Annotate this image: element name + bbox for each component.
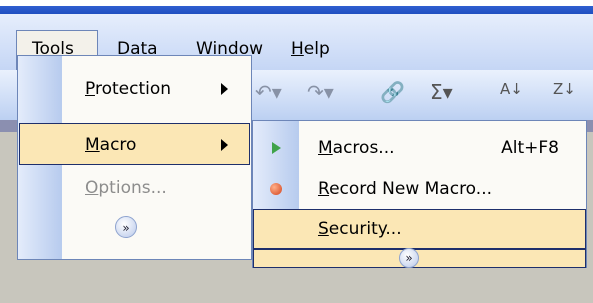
options-label: ptions...	[98, 178, 167, 198]
undo-icon[interactable]: ↶▾	[255, 80, 282, 104]
hyperlink-icon[interactable]: 🔗	[380, 80, 405, 104]
record-label: ecord New Macro...	[329, 179, 492, 199]
protection-accel: P	[85, 79, 95, 99]
expand-menu-chevron-icon[interactable]: »	[115, 216, 137, 238]
macro-submenu-expand-row[interactable]: »	[253, 248, 586, 268]
menu-item-record-new-macro[interactable]: Record New Macro...	[254, 168, 585, 210]
run-macro-icon	[272, 142, 281, 154]
macro-submenu: Macros... Alt+F8 Record New Macro... Sec…	[252, 120, 587, 268]
macros-accel: M	[318, 138, 333, 158]
menu-help[interactable]: Help	[291, 34, 330, 64]
submenu-arrow-icon	[221, 83, 228, 95]
sort-descending-icon[interactable]: Z↓	[553, 80, 576, 98]
menu-help-accel: H	[291, 39, 304, 59]
options-accel: O	[85, 178, 99, 198]
title-bar-strip	[0, 0, 593, 14]
macro-label: acro	[99, 135, 137, 155]
tools-menu: Protection Macro Options... »	[17, 55, 252, 260]
menu-item-security[interactable]: Security...	[253, 209, 586, 249]
autosum-glyph: Σ	[430, 80, 443, 104]
macros-shortcut: Alt+F8	[501, 138, 559, 158]
menu-item-macros[interactable]: Macros... Alt+F8	[254, 127, 585, 169]
redo-icon[interactable]: ↷▾	[307, 80, 334, 104]
expand-submenu-chevron-icon[interactable]: »	[399, 248, 419, 268]
menu-item-macro[interactable]: Macro	[19, 123, 250, 165]
record-macro-icon	[270, 183, 282, 195]
security-label: ecurity...	[328, 219, 402, 239]
security-accel: S	[318, 219, 329, 239]
menu-item-protection[interactable]: Protection	[19, 68, 250, 110]
macros-label: acros...	[332, 138, 395, 158]
record-accel: R	[318, 179, 330, 199]
menu-item-options: Options...	[19, 167, 250, 209]
sort-ascending-icon[interactable]: A↓	[500, 80, 523, 98]
menu-help-label: elp	[303, 39, 330, 59]
autosum-icon[interactable]: Σ▾	[430, 80, 453, 104]
submenu-arrow-icon	[221, 139, 228, 151]
macro-accel: M	[85, 135, 100, 155]
protection-label: rotection	[94, 79, 172, 99]
